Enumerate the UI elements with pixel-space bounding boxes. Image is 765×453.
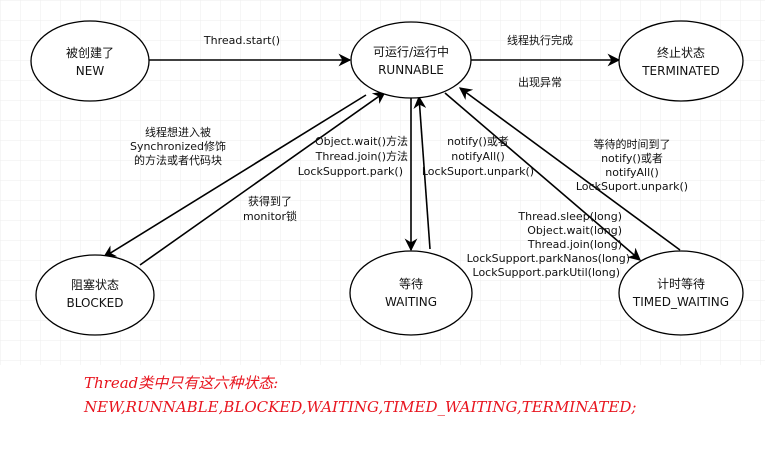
state-new-code: NEW — [76, 64, 105, 78]
state-runnable: 可运行/运行中 RUNNABLE — [350, 21, 472, 99]
label-runnable-to-timed-waiting-5: LockSupport.parkUtil(long) — [473, 266, 620, 279]
label-waiting-to-runnable-3: LockSuport.unpark() — [422, 165, 534, 178]
label-runnable-to-blocked-3: 的方法或者代码块 — [134, 153, 222, 167]
state-blocked: 阻塞状态 BLOCKED — [35, 254, 155, 336]
state-blocked-code: BLOCKED — [66, 296, 123, 310]
note-states-list: NEW,RUNNABLE,BLOCKED,WAITING,TIMED_WAITI… — [84, 398, 637, 416]
state-diagram: 被创建了 NEW 可运行/运行中 RUNNABLE 终止状态 TERMINATE… — [0, 0, 765, 365]
state-new: 被创建了 NEW — [30, 20, 150, 102]
label-runnable-to-blocked-2: Synchronized修饰 — [130, 139, 226, 153]
label-timed-waiting-to-runnable-1: 等待的时间到了 — [594, 137, 671, 151]
state-runnable-name: 可运行/运行中 — [373, 44, 449, 59]
label-runnable-to-timed-waiting-4: LockSupport.parkNanos(long) — [467, 252, 630, 265]
label-runnable-to-waiting-1: Object.wait()方法 — [315, 134, 408, 148]
label-blocked-to-runnable-1: 获得到了 — [248, 195, 292, 208]
state-waiting: 等待 WAITING — [349, 250, 473, 336]
label-runnable-to-waiting-3: LockSupport.park() — [298, 165, 403, 178]
label-runnable-to-terminated-1: 线程执行完成 — [507, 33, 573, 47]
label-waiting-to-runnable-1: notify()或者 — [447, 135, 509, 148]
state-new-name: 被创建了 — [66, 46, 114, 60]
state-waiting-code: WAITING — [385, 295, 437, 309]
state-blocked-name: 阻塞状态 — [71, 277, 119, 292]
state-terminated: 终止状态 TERMINATED — [618, 20, 744, 102]
state-terminated-name: 终止状态 — [657, 45, 705, 60]
state-runnable-code: RUNNABLE — [378, 63, 444, 77]
label-timed-waiting-to-runnable-3: notifyAll() — [605, 166, 658, 179]
label-timed-waiting-to-runnable-4: LockSuport.unpark() — [576, 180, 688, 193]
label-runnable-to-timed-waiting-1: Thread.sleep(long) — [517, 210, 622, 223]
state-timed-waiting-name: 计时等待 — [657, 277, 705, 291]
state-waiting-name: 等待 — [399, 277, 423, 291]
state-terminated-code: TERMINATED — [641, 64, 720, 78]
label-new-to-runnable: Thread.start() — [203, 34, 280, 47]
label-runnable-to-timed-waiting-2: Object.wait(long) — [527, 224, 622, 237]
label-blocked-to-runnable-2: monitor锁 — [243, 209, 297, 223]
state-timed-waiting-code: TIMED_WAITING — [632, 295, 729, 309]
label-timed-waiting-to-runnable-2: notify()或者 — [601, 152, 663, 165]
state-timed-waiting: 计时等待 TIMED_WAITING — [618, 250, 744, 336]
note-title: Thread类中只有这六种状态: — [84, 374, 279, 392]
label-runnable-to-waiting-2: Thread.join()方法 — [315, 149, 408, 163]
label-waiting-to-runnable-2: notifyAll() — [451, 150, 504, 163]
label-runnable-to-timed-waiting-3: Thread.join(long) — [527, 238, 622, 251]
label-runnable-to-terminated-2: 出现异常 — [518, 75, 562, 89]
label-runnable-to-blocked-1: 线程想进入被 — [145, 125, 211, 139]
